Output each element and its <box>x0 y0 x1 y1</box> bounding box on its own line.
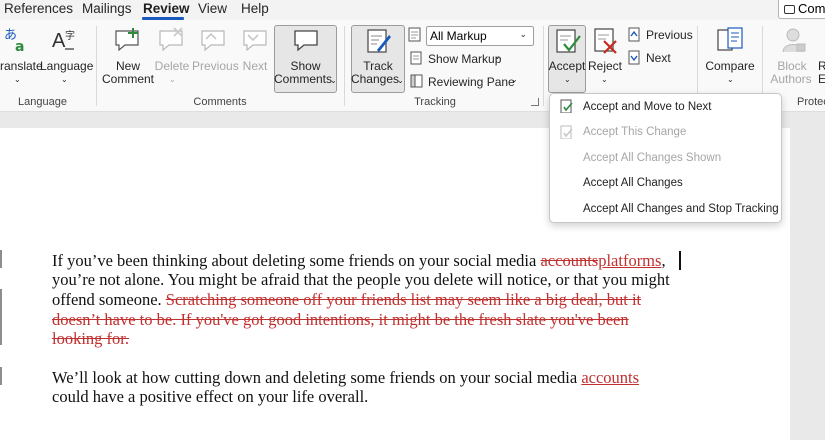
delete-comment-icon <box>159 27 183 52</box>
group-separator <box>344 26 345 106</box>
tab-mailings[interactable]: Mailings <box>82 1 132 16</box>
change-bar <box>0 250 2 268</box>
comments-pane-label: Comm <box>798 1 825 16</box>
paragraph-2-line-1[interactable]: We’ll look at how cutting down and delet… <box>52 368 639 388</box>
tracking-options-launcher[interactable] <box>531 98 539 106</box>
doc-text: , <box>661 251 666 270</box>
reject-label: Reject <box>587 59 622 73</box>
change-bar <box>0 367 2 385</box>
paragraph-1-line-1[interactable]: If you’ve been thinking about deleting s… <box>52 251 666 271</box>
group-separator <box>543 26 544 106</box>
reviewing-pane-label: Reviewing Pane <box>428 75 515 89</box>
track-changes-button[interactable]: Track Changes ⌄ <box>351 25 405 93</box>
track-changes-icon <box>367 29 391 53</box>
chevron-down-icon: ⌄ <box>330 76 337 85</box>
chevron-down-icon: ⌄ <box>519 29 527 39</box>
chevron-down-icon: ⌄ <box>564 75 571 84</box>
new-comment-label-2: Comment <box>101 72 154 86</box>
protect-group-label: Protect <box>797 96 825 108</box>
tab-help[interactable]: Help <box>241 1 269 16</box>
accept-change-icon <box>560 125 573 139</box>
svg-text:a: a <box>15 39 24 54</box>
chevron-down-icon: ⌄ <box>511 75 518 84</box>
menu-item-label: Accept and Move to Next <box>583 101 712 113</box>
show-comments-button[interactable]: Show Comments ⌄ <box>274 25 337 93</box>
menu-item-label: Accept All Changes Shown <box>583 152 722 164</box>
comments-group-label: Comments <box>193 96 247 108</box>
previous-comment-icon <box>201 30 225 52</box>
next-change-icon <box>628 50 640 65</box>
show-markup-label: Show Markup <box>428 52 502 66</box>
paragraph-1-line-5[interactable]: looking for. <box>52 329 129 349</box>
doc-text: We’ll look at how cutting down and delet… <box>52 368 582 387</box>
tracking-group-label: Tracking <box>414 96 456 108</box>
inserted-text[interactable]: accounts <box>581 368 639 387</box>
previous-comment-label: Previous <box>192 59 239 73</box>
deleted-text[interactable]: Scratching someone off your friends list… <box>166 290 641 309</box>
change-bar <box>0 289 2 345</box>
chevron-down-icon: ⌄ <box>14 75 21 84</box>
show-markup-icon <box>410 51 422 65</box>
accept-dropdown-menu: Accept and Move to Next Accept This Chan… <box>549 93 782 223</box>
markup-display-select[interactable]: All Markup ⌄ <box>426 26 534 46</box>
doc-text: offend someone. <box>52 290 166 309</box>
chevron-down-icon: ⌄ <box>601 75 608 84</box>
comment-icon <box>784 5 795 14</box>
menu-item-label: Accept This Change <box>583 126 687 138</box>
tab-references[interactable]: References <box>4 1 73 16</box>
paragraph-1-line-3[interactable]: offend someone. Scratching someone off y… <box>52 290 641 310</box>
language-group-label: Language <box>18 96 67 108</box>
previous-change-icon <box>628 27 640 42</box>
language-icon: A 字 <box>52 29 75 52</box>
show-comments-label-2: Comments <box>273 72 332 86</box>
next-comment-label: Next <box>242 59 268 73</box>
inserted-text[interactable]: platforms <box>598 251 661 270</box>
restrict-editing-label-2: E <box>818 72 825 86</box>
menu-bar: References Mailings Review View Help Com… <box>0 0 825 20</box>
next-change-label: Next <box>646 51 671 65</box>
deleted-text[interactable]: accounts <box>540 251 598 270</box>
accept-icon <box>556 29 581 53</box>
delete-label: Delete <box>154 59 190 73</box>
reviewing-pane-icon <box>410 74 423 88</box>
block-authors-label-2: Authors <box>770 72 812 86</box>
group-separator <box>96 26 97 106</box>
paragraph-2-line-2[interactable]: could have a positive effect on your lif… <box>52 387 368 407</box>
accept-button[interactable]: Accept ⌄ <box>548 25 586 93</box>
paragraph-1-line-2[interactable]: you’re not alone. You might be afraid th… <box>52 270 670 290</box>
new-comment-icon <box>115 28 139 52</box>
tab-review[interactable]: Review <box>143 1 190 16</box>
language-label: Language <box>40 59 94 73</box>
reject-icon <box>594 28 617 54</box>
word-window: References Mailings Review View Help Com… <box>0 0 825 440</box>
chevron-down-icon: ⌄ <box>397 76 404 85</box>
chevron-down-icon: ⌄ <box>169 75 176 84</box>
menu-item-label: Accept All Changes and Stop Tracking <box>583 203 779 215</box>
doc-text: If you’ve been thinking about deleting s… <box>52 251 541 270</box>
markup-display-value: All Markup <box>430 29 487 43</box>
block-authors-icon <box>782 28 806 53</box>
show-comments-icon <box>294 30 318 52</box>
comments-pane-button[interactable]: Comm <box>778 0 825 19</box>
chevron-down-icon: ⌄ <box>61 75 68 84</box>
svg-text:字: 字 <box>65 29 75 42</box>
compare-icon <box>717 27 743 51</box>
chevron-down-icon: ⌄ <box>727 75 734 84</box>
menu-item-label: Accept All Changes <box>583 177 683 189</box>
paragraph-1-line-4[interactable]: doesn’t have to be. If you've got good i… <box>52 310 629 330</box>
track-changes-label-2: Changes <box>350 72 400 86</box>
accept-move-next-icon <box>560 99 573 113</box>
text-cursor <box>679 251 681 270</box>
accept-label: Accept <box>548 59 586 73</box>
next-comment-icon <box>243 30 267 52</box>
svg-text:A: A <box>52 30 66 52</box>
previous-change-label: Previous <box>646 28 693 42</box>
chevron-down-icon: ⌄ <box>494 52 501 61</box>
compare-label: Compare <box>705 59 755 73</box>
display-for-review-icon <box>408 27 421 42</box>
translate-label: ranslate <box>0 59 43 73</box>
tab-view[interactable]: View <box>198 1 227 16</box>
translate-icon: あ a <box>4 28 24 54</box>
